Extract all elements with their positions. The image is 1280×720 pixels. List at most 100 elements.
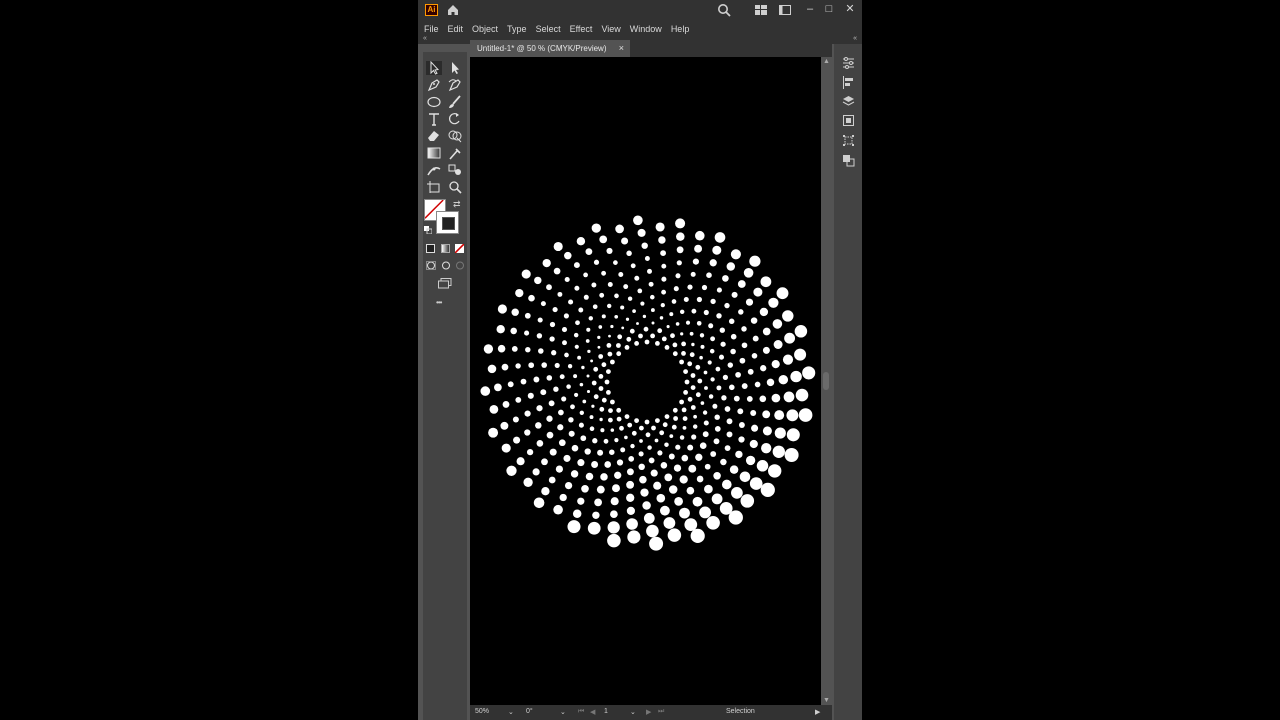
spiral-dot: [663, 517, 676, 529]
screen-mode-icon[interactable]: [438, 278, 452, 289]
pathfinder-panel-icon[interactable]: [842, 154, 855, 167]
default-colors-icon[interactable]: [424, 226, 432, 234]
zoom-tool-icon[interactable]: [447, 180, 463, 194]
spiral-dot: [703, 420, 709, 426]
status-menu-icon[interactable]: ▶: [815, 708, 820, 716]
spiral-dot: [703, 309, 709, 316]
rotation-dropdown-icon[interactable]: ⌄: [560, 708, 566, 716]
spiral-dot: [712, 245, 722, 255]
spiral-dot: [760, 482, 775, 498]
artboard-canvas[interactable]: [470, 57, 821, 705]
spiral-dot: [634, 418, 639, 423]
spiral-dot: [660, 250, 666, 256]
blend-tool-icon[interactable]: [447, 163, 463, 177]
collapse-panels-icon[interactable]: «: [853, 35, 857, 42]
curvature-tool-icon[interactable]: [447, 78, 463, 92]
spiral-dot: [681, 351, 686, 356]
rotation-field[interactable]: 0°: [526, 708, 533, 715]
spiral-dot: [724, 302, 730, 309]
spiral-dot: [712, 403, 718, 409]
document-tab[interactable]: Untitled-1* @ 50 % (CMYK/Preview) ×: [470, 40, 630, 57]
layers-panel-icon[interactable]: [842, 95, 855, 108]
spiral-dot: [593, 366, 599, 372]
spiral-dot: [576, 236, 586, 246]
vertical-scrollbar[interactable]: ▲ ▼: [821, 57, 832, 705]
spiral-dot: [676, 232, 685, 241]
search-icon[interactable]: [717, 3, 731, 17]
spiral-dot: [599, 235, 608, 244]
spiral-dot: [699, 506, 712, 519]
close-window-button[interactable]: ✕: [841, 0, 859, 20]
artboard-dropdown-icon[interactable]: ⌄: [630, 708, 636, 716]
artboard-number-field[interactable]: 1: [604, 708, 608, 715]
zoom-level-field[interactable]: 50%: [475, 708, 489, 715]
spiral-dot: [664, 442, 669, 447]
libraries-panel-icon[interactable]: [842, 114, 855, 127]
artboard-tool-icon[interactable]: [426, 180, 442, 194]
zoom-dropdown-icon[interactable]: ⌄: [508, 708, 514, 716]
spiral-dot: [578, 307, 584, 313]
spiral-dot: [784, 448, 799, 462]
transform-panel-icon[interactable]: [842, 134, 855, 147]
menu-view[interactable]: View: [601, 24, 620, 34]
minimize-button[interactable]: –: [801, 0, 819, 20]
gradient-mode-icon[interactable]: [441, 244, 450, 253]
eyedropper-tool-icon[interactable]: [447, 146, 463, 160]
scroll-down-icon[interactable]: ▼: [823, 697, 830, 704]
menu-file[interactable]: File: [424, 24, 439, 34]
properties-panel-icon[interactable]: [842, 56, 855, 69]
spiral-dot: [738, 422, 745, 428]
home-icon[interactable]: [446, 3, 460, 17]
previous-artboard-icon[interactable]: ◀: [590, 708, 595, 716]
spiral-dot: [566, 384, 571, 389]
arrange-documents-icon[interactable]: [755, 5, 767, 15]
selection-tool-icon[interactable]: [426, 61, 442, 75]
menu-edit[interactable]: Edit: [448, 24, 464, 34]
menu-type[interactable]: Type: [507, 24, 527, 34]
spiral-dot: [690, 373, 696, 378]
menu-help[interactable]: Help: [671, 24, 690, 34]
eraser-tool-icon[interactable]: [426, 129, 442, 143]
close-document-icon[interactable]: ×: [619, 40, 624, 57]
dot-spiral-artwork[interactable]: [470, 57, 821, 705]
swap-fill-stroke-icon[interactable]: ⇄: [453, 199, 461, 210]
shape-builder-tool-icon[interactable]: [447, 129, 463, 143]
scroll-up-icon[interactable]: ▲: [823, 58, 830, 65]
stroke-swatch[interactable]: [436, 211, 459, 234]
scroll-thumb[interactable]: [823, 372, 829, 390]
draw-inside-icon[interactable]: [455, 261, 465, 270]
first-artboard-icon[interactable]: ⏮: [578, 708, 584, 716]
spiral-dot: [535, 422, 542, 429]
menu-object[interactable]: Object: [472, 24, 498, 34]
ellipse-tool-icon[interactable]: [426, 95, 442, 109]
menu-select[interactable]: Select: [536, 24, 561, 34]
collapse-toolbar-icon[interactable]: «: [423, 35, 427, 42]
paintbrush-tool-icon[interactable]: [447, 95, 463, 109]
maximize-button[interactable]: □: [820, 0, 838, 20]
pen-tool-icon[interactable]: [426, 78, 442, 92]
spiral-dot: [675, 218, 686, 229]
align-panel-icon[interactable]: [842, 76, 855, 89]
rotate-tool-icon[interactable]: [447, 112, 463, 126]
spiral-dot: [507, 381, 514, 388]
spiral-dot: [621, 326, 625, 330]
direct-selection-tool-icon[interactable]: [447, 61, 463, 75]
menu-effect[interactable]: Effect: [570, 24, 593, 34]
spiral-dot: [661, 263, 667, 269]
none-mode-icon[interactable]: [455, 244, 464, 253]
gradient-tool-icon[interactable]: [426, 146, 442, 160]
edit-toolbar-button[interactable]: •••: [436, 298, 442, 307]
draw-normal-icon[interactable]: [426, 261, 436, 270]
type-tool-icon[interactable]: [426, 112, 442, 126]
spiral-dot: [695, 392, 701, 398]
menu-window[interactable]: Window: [630, 24, 662, 34]
width-tool-icon[interactable]: [426, 163, 442, 177]
last-artboard-icon[interactable]: ⏭: [658, 708, 664, 716]
workspace-icon[interactable]: [779, 5, 791, 15]
color-mode-icon[interactable]: [426, 244, 435, 253]
spiral-dot: [676, 246, 684, 254]
draw-behind-icon[interactable]: [441, 261, 451, 270]
spiral-dot: [655, 418, 660, 423]
next-artboard-icon[interactable]: ▶: [646, 708, 651, 716]
spiral-dot: [591, 380, 597, 386]
